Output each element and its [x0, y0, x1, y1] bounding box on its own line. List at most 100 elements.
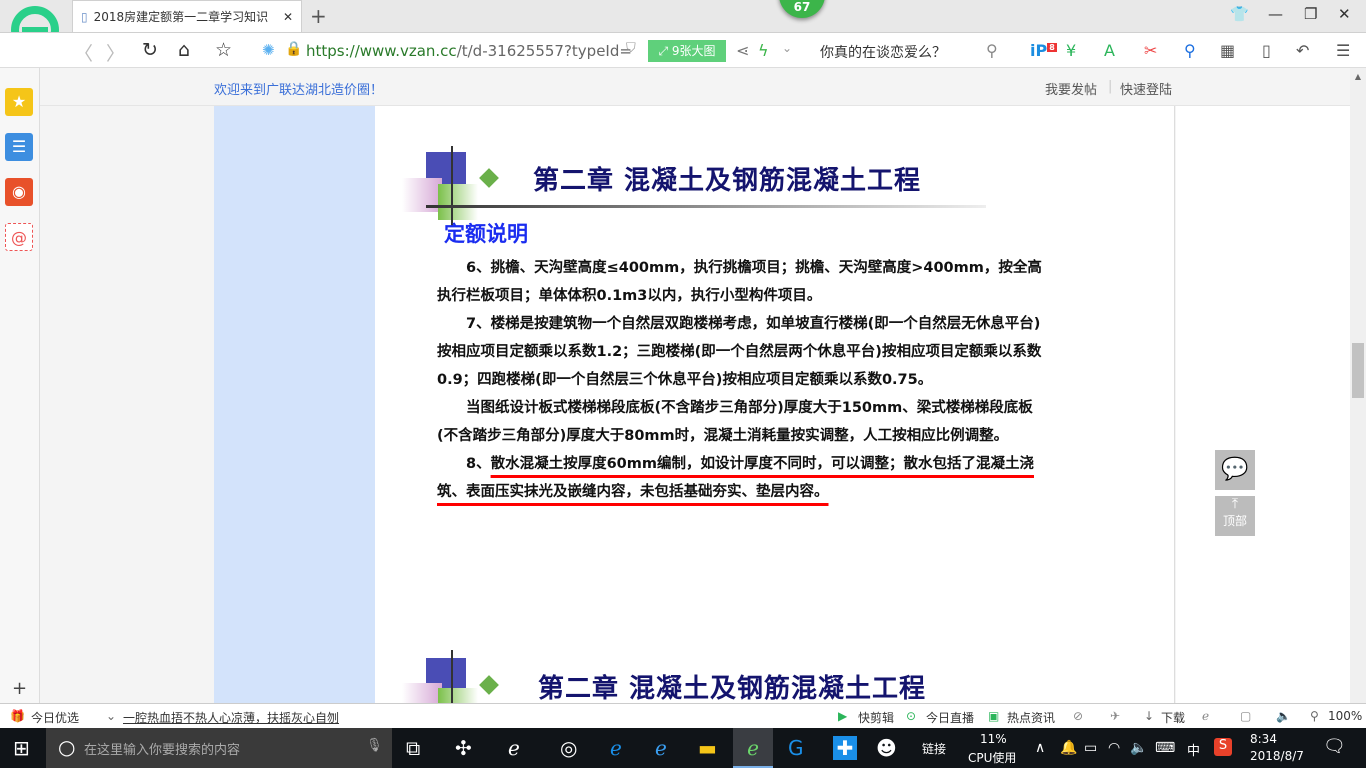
- speed-icon[interactable]: ⊘: [1073, 709, 1083, 723]
- site-icon: ✺: [262, 41, 275, 59]
- app-g-icon[interactable]: G: [788, 736, 804, 760]
- paragraph-number: 8、: [466, 456, 491, 472]
- search-input[interactable]: 你真的在谈恋爱么？: [820, 42, 946, 62]
- ie-icon[interactable]: ℯ: [508, 736, 520, 760]
- today-pick-link[interactable]: 今日优选: [31, 709, 79, 726]
- search-icon[interactable]: ⚲: [986, 41, 998, 60]
- cpu-label: CPU使用: [968, 751, 1017, 765]
- home-icon[interactable]: ⌂: [178, 39, 190, 61]
- back-to-top-button[interactable]: ⤒ 顶部: [1215, 496, 1255, 536]
- ip-icon[interactable]: iP 8: [1030, 41, 1057, 60]
- taskbar: ⊞ ○ 在这里输入你要搜索的内容 🎙 ⧉ ✣ ℯ ◎ ℯ ℯ ▬ ℯ G ✚ ☻…: [0, 728, 1366, 768]
- decor-line: [451, 146, 453, 226]
- url-field[interactable]: https://www.vzan.cc/t/d-31625557?typeId=: [306, 42, 632, 60]
- window-icon[interactable]: ▢: [1240, 709, 1251, 723]
- status-bar: 🎁 今日优选 ⌄ 一腔热血捂不热人心凉薄，扶摇灰心自刎 ▶ 快剪辑 ⊙ 今日直播…: [0, 703, 1366, 728]
- clock-time[interactable]: 8:34: [1250, 732, 1277, 746]
- lightning-icon[interactable]: ϟ: [758, 41, 769, 60]
- section-subtitle: 定额说明: [444, 222, 528, 246]
- file-explorer-icon[interactable]: ▬: [698, 736, 717, 760]
- menu-icon[interactable]: ☰: [1336, 41, 1350, 60]
- action-center-icon[interactable]: 🗨: [1323, 736, 1346, 757]
- taskbar-search[interactable]: ○ 在这里输入你要搜索的内容 🎙: [46, 728, 392, 768]
- ip-badge: 8: [1047, 42, 1057, 52]
- windows-start-icon[interactable]: ⊞: [13, 736, 30, 760]
- shield-icon[interactable]: ⛉: [626, 41, 636, 56]
- wechat-share-button[interactable]: 💬: [1215, 450, 1255, 490]
- big-image-button[interactable]: ⤢ 9张大图: [648, 40, 726, 62]
- wifi-icon[interactable]: ◠: [1108, 740, 1120, 756]
- volume-icon[interactable]: 🔈: [1130, 740, 1147, 756]
- star-icon[interactable]: ☆: [215, 39, 232, 61]
- live-link[interactable]: 今日直播: [926, 709, 974, 726]
- scissors-icon[interactable]: ✂: [1144, 41, 1157, 60]
- links-toolbar[interactable]: 链接: [922, 740, 946, 757]
- ie-icon[interactable]: ℯ: [1202, 709, 1209, 723]
- translate-icon[interactable]: A: [1104, 41, 1115, 60]
- mail-icon[interactable]: @: [5, 223, 33, 251]
- chevron-up-icon[interactable]: ∧: [1035, 740, 1045, 756]
- skin-icon[interactable]: 👕: [1230, 5, 1249, 23]
- browser-sidebar: ★ ☰ ◉ @ +: [0, 68, 40, 703]
- decor-square: [438, 184, 478, 220]
- close-tab-icon[interactable]: ✕: [283, 10, 293, 24]
- magnifier-icon[interactable]: ⚲: [1184, 41, 1196, 60]
- browser-taskbar-icon[interactable]: ℯ: [733, 728, 773, 768]
- restore-button[interactable]: ❐: [1304, 5, 1317, 23]
- fan-app-icon[interactable]: ✣: [455, 736, 472, 760]
- notification-bell-icon[interactable]: 🔔: [1060, 740, 1077, 756]
- back-to-top-label: 顶部: [1222, 514, 1247, 528]
- phone-icon[interactable]: ▯: [1262, 41, 1271, 60]
- left-column: [214, 106, 375, 703]
- chevron-down-icon[interactable]: ⌄: [106, 709, 116, 723]
- post-link[interactable]: 我要发帖: [1045, 79, 1097, 98]
- quick-edit-icon: ▶: [838, 709, 848, 723]
- ime-indicator[interactable]: 中: [1187, 740, 1200, 759]
- divider: |: [1108, 79, 1113, 94]
- reader-icon[interactable]: ☰: [5, 133, 33, 161]
- weibo-icon[interactable]: ◉: [5, 178, 33, 206]
- new-tab-button[interactable]: +: [310, 4, 327, 28]
- battery-icon[interactable]: ▭: [1084, 740, 1097, 756]
- game-icon[interactable]: ☻: [876, 736, 897, 760]
- chevron-down-icon[interactable]: ⌄: [782, 41, 792, 55]
- favorites-icon[interactable]: ★: [5, 88, 33, 116]
- share-icon[interactable]: ⋖: [736, 41, 749, 60]
- app-plus-icon[interactable]: ✚: [833, 736, 857, 760]
- scroll-up-icon[interactable]: ▲: [1350, 72, 1366, 81]
- cpu-percent: 11%: [980, 732, 1007, 746]
- zoom-icon: ⚲: [1310, 709, 1319, 723]
- download-link[interactable]: 下载: [1161, 709, 1185, 726]
- edge-icon[interactable]: ℯ: [610, 736, 622, 760]
- volume-icon[interactable]: 🔈: [1276, 709, 1291, 723]
- close-button[interactable]: ✕: [1338, 5, 1351, 23]
- reload-icon[interactable]: ↻: [142, 39, 158, 61]
- quick-edit-link[interactable]: 快剪辑: [858, 709, 894, 726]
- apps-icon[interactable]: ▦: [1220, 41, 1235, 60]
- zoom-level[interactable]: 100%: [1328, 709, 1362, 723]
- login-link[interactable]: 快速登陆: [1120, 79, 1172, 98]
- chapter-title: 第二章 混凝土及钢筋混凝土工程: [533, 166, 922, 196]
- news-icon: ▣: [988, 709, 1000, 723]
- clock-date[interactable]: 2018/8/7: [1250, 749, 1304, 763]
- forward-icon[interactable]: 〉: [106, 39, 125, 66]
- internet-explorer-icon[interactable]: ℯ: [655, 736, 667, 760]
- download-icon: ↓: [1144, 709, 1155, 723]
- microphone-icon[interactable]: 🎙: [366, 738, 383, 753]
- keyboard-icon[interactable]: ⌨: [1155, 740, 1175, 756]
- scrollbar-thumb[interactable]: [1352, 343, 1364, 398]
- add-icon[interactable]: +: [12, 678, 27, 699]
- minimize-button[interactable]: —: [1268, 5, 1283, 23]
- lock-icon[interactable]: 🔒: [285, 41, 302, 57]
- undo-icon[interactable]: ↶: [1296, 41, 1309, 60]
- headline-link[interactable]: 一腔热血捂不热人心凉薄，扶摇灰心自刎: [123, 709, 339, 726]
- payment-shield-icon[interactable]: ¥: [1066, 41, 1076, 60]
- app-icon[interactable]: ◎: [560, 736, 577, 760]
- task-view-icon[interactable]: ⧉: [406, 736, 420, 760]
- news-link[interactable]: 热点资讯: [1007, 709, 1055, 726]
- rocket-icon[interactable]: ✈: [1110, 709, 1120, 723]
- browser-tab[interactable]: ▯ 2018房建定额第一二章学习知识 ✕: [72, 0, 302, 32]
- back-icon[interactable]: 〈: [74, 39, 93, 66]
- right-column: [1176, 106, 1350, 703]
- sogou-icon[interactable]: S: [1214, 738, 1232, 756]
